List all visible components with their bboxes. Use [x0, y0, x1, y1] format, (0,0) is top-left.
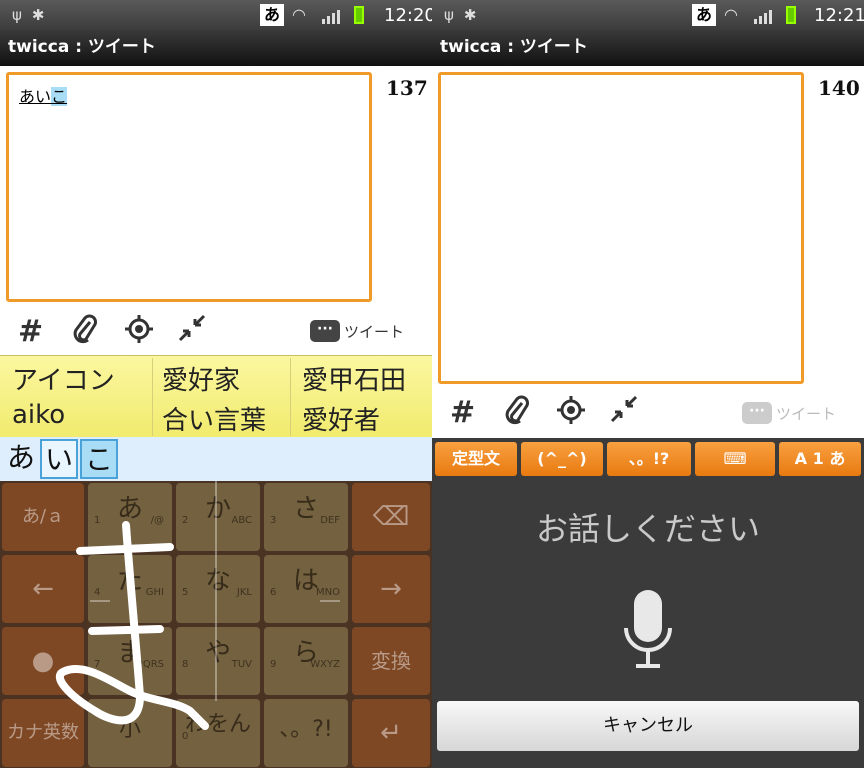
- right-screen: ψ✱ あ ◠ 12:21 twicca : ツイート 140 # ··· ツイー…: [432, 0, 864, 768]
- speech-bubble-icon: ···: [742, 402, 772, 424]
- key-ha[interactable]: は 6 MNO: [264, 555, 348, 623]
- location-icon[interactable]: [124, 314, 154, 351]
- composing-char: い: [40, 439, 78, 479]
- candidate-item[interactable]: 合い言葉: [162, 400, 266, 437]
- tweet-input[interactable]: あいこ: [6, 72, 372, 302]
- tweet-button[interactable]: ··· ツイート: [742, 402, 836, 424]
- candidate-item[interactable]: 愛好者: [302, 400, 380, 437]
- mic-icon: ●: [31, 646, 55, 676]
- tweet-label: ツイート: [344, 322, 405, 341]
- ime-indicator: あ: [260, 4, 284, 26]
- mic-key[interactable]: ●: [2, 627, 84, 695]
- backspace-key[interactable]: ⌫: [352, 483, 430, 551]
- usb-debug-icons: ψ✱: [12, 6, 55, 24]
- composing-text: あ い こ: [0, 437, 432, 481]
- tweet-input[interactable]: [438, 72, 804, 384]
- key-small[interactable]: 小: [88, 699, 172, 767]
- key-ka[interactable]: か 2 ABC: [176, 483, 260, 551]
- key-sa[interactable]: さ 3 DEF: [264, 483, 348, 551]
- candidate-item[interactable]: アイコン: [12, 360, 115, 397]
- emoticon-button[interactable]: (^_^): [521, 442, 603, 476]
- char-counter: 140: [818, 76, 860, 100]
- keypad: あ/ａ ← ● カナ英数 あ 1/@ か 2 ABC さ 3 DEF た 4 GHI な 5 JK…: [0, 481, 432, 768]
- shrink-icon[interactable]: [610, 395, 638, 430]
- left-arrow-key[interactable]: ←: [2, 555, 84, 623]
- attach-icon[interactable]: [504, 395, 530, 434]
- location-icon[interactable]: [556, 395, 586, 432]
- input-mode-button[interactable]: A 1 あ: [779, 442, 861, 476]
- hashtag-icon[interactable]: #: [18, 314, 43, 349]
- divider: [290, 358, 291, 436]
- keyboard-button[interactable]: ⌨: [695, 442, 775, 476]
- candidate-item[interactable]: 愛甲石田: [302, 360, 406, 397]
- key-ya[interactable]: や 8 TUV: [176, 627, 260, 695]
- composing-char: こ: [80, 439, 118, 479]
- key-wa[interactable]: わをん 0: [176, 699, 260, 767]
- app-title: twicca : ツイート: [432, 30, 864, 66]
- microphone-icon[interactable]: [622, 588, 674, 674]
- left-screen: ψ✱ あ ◠ 12:20 twicca : ツイート あいこ 137 # ···…: [0, 0, 432, 768]
- status-bar: ψ✱ あ ◠ 12:21: [432, 0, 864, 30]
- key-punct[interactable]: 、。?!: [264, 699, 348, 767]
- key-ma[interactable]: ま 7 PQRS: [88, 627, 172, 695]
- kana-alnum-key[interactable]: カナ英数: [2, 699, 84, 767]
- key-a[interactable]: あ 1/@: [88, 483, 172, 551]
- signal-icon: [322, 8, 340, 24]
- enter-key[interactable]: ↵: [352, 699, 430, 767]
- tweet-text: あいこ: [19, 87, 68, 106]
- wifi-icon: ◠: [724, 5, 738, 24]
- right-arrow-key[interactable]: →: [352, 555, 430, 623]
- attach-icon[interactable]: [72, 314, 98, 353]
- template-button[interactable]: 定型文: [435, 442, 517, 476]
- wifi-icon: ◠: [292, 5, 306, 24]
- speech-bubble-icon: ···: [310, 320, 340, 342]
- candidate-item[interactable]: 愛好家: [162, 360, 240, 397]
- cancel-button[interactable]: キャンセル: [437, 701, 859, 751]
- divider: [152, 358, 153, 436]
- battery-icon: [354, 6, 364, 24]
- app-title: twicca : ツイート: [0, 30, 432, 66]
- tweet-button[interactable]: ··· ツイート: [310, 320, 404, 342]
- battery-icon: [786, 6, 796, 24]
- candidate-item[interactable]: aiko: [12, 400, 65, 430]
- ime-toolbar: 定型文 (^_^) 、。!? ⌨ A 1 あ: [432, 438, 864, 480]
- symbol-button[interactable]: 、。!?: [607, 442, 691, 476]
- signal-icon: [754, 8, 772, 24]
- clock: 12:20: [384, 5, 432, 26]
- ime-indicator: あ: [692, 4, 716, 26]
- key-ra[interactable]: ら 9 WXYZ: [264, 627, 348, 695]
- mode-key[interactable]: あ/ａ: [2, 483, 84, 551]
- candidate-list: アイコン 愛好家 愛甲石田 aiko 合い言葉 愛好者: [0, 355, 432, 437]
- key-ta[interactable]: た 4 GHI: [88, 555, 172, 623]
- convert-key[interactable]: 変換: [352, 627, 430, 695]
- status-bar: ψ✱ あ ◠ 12:20: [0, 0, 432, 30]
- shrink-icon[interactable]: [178, 314, 206, 349]
- hashtag-icon[interactable]: #: [450, 395, 475, 430]
- voice-input-panel: お話しください キャンセル: [432, 480, 864, 768]
- clock: 12:21: [814, 5, 864, 26]
- key-na[interactable]: な 5 JKL: [176, 555, 260, 623]
- char-counter: 137: [386, 76, 428, 100]
- voice-prompt: お話しください: [535, 510, 760, 548]
- tweet-label: ツイート: [776, 404, 837, 423]
- composing-char: あ: [6, 441, 35, 474]
- usb-debug-icons: ψ✱: [444, 6, 487, 24]
